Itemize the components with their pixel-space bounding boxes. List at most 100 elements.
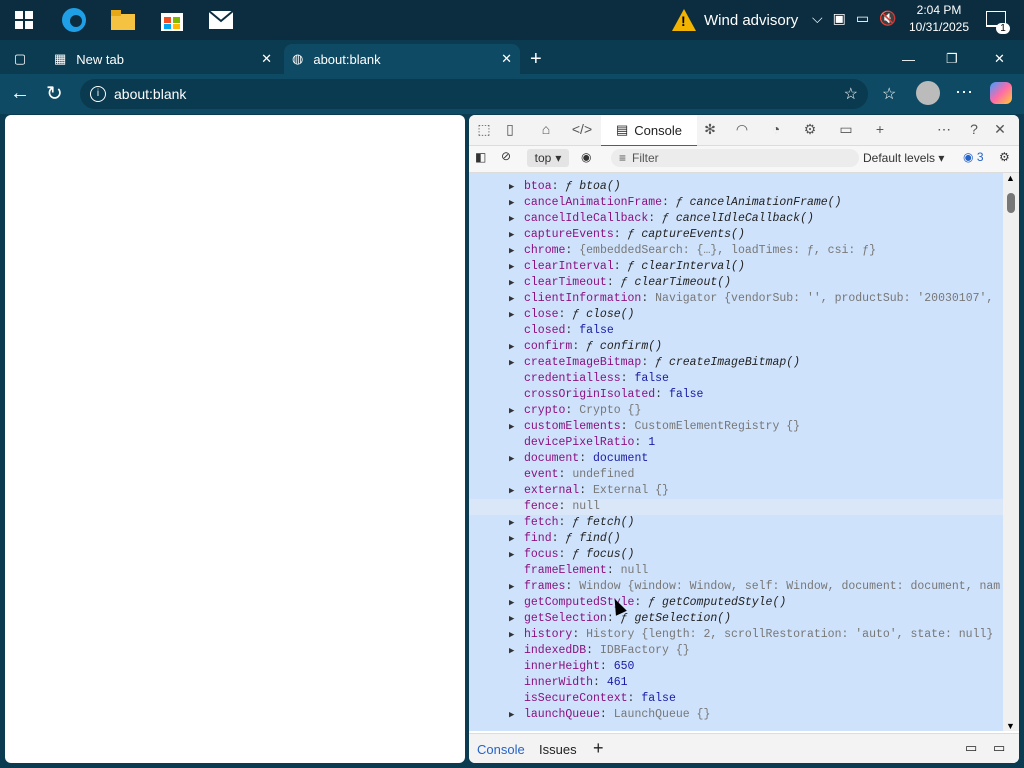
drawer-tab-console[interactable]: Console — [475, 734, 527, 763]
expand-arrow-icon[interactable]: ▶ — [509, 243, 514, 259]
help-icon[interactable]: ? — [963, 121, 985, 139]
meet-icon[interactable]: ▣ — [833, 10, 846, 27]
tab-new-tab[interactable]: ▦ New tab ✕ — [46, 44, 280, 74]
tab-console[interactable]: ▤ Console — [601, 115, 697, 147]
console-line[interactable]: ▶ frames: Window {window: Window, self: W… — [469, 579, 1003, 595]
restore-icon[interactable]: ❐ — [946, 44, 962, 74]
add-drawer-tab-icon[interactable]: + — [593, 738, 604, 759]
console-line[interactable]: ▶ getComputedStyle: ƒ getComputedStyle() — [469, 595, 1003, 611]
console-line[interactable]: ▶ btoa: ƒ btoa() — [469, 179, 1003, 195]
edge-icon[interactable] — [58, 4, 90, 36]
expand-arrow-icon[interactable]: ▶ — [509, 275, 514, 291]
back-icon[interactable]: ← — [10, 82, 30, 105]
console-line[interactable]: credentialless: false — [469, 371, 1003, 387]
console-line[interactable]: ▶ getSelection: ƒ getSelection() — [469, 611, 1003, 627]
inspect-icon[interactable]: ⬚ — [473, 121, 495, 139]
expand-arrow-icon[interactable]: ▶ — [509, 195, 514, 211]
expand-arrow-icon[interactable]: ▶ — [509, 531, 514, 547]
console-line[interactable]: ▶ clientInformation: Navigator {vendorSub… — [469, 291, 1003, 307]
drawer-tab-issues[interactable]: Issues — [539, 734, 577, 763]
tab-actions-icon[interactable]: ▢ — [8, 44, 32, 74]
expand-arrow-icon[interactable]: ▶ — [509, 547, 514, 563]
console-line[interactable]: crossOriginIsolated: false — [469, 387, 1003, 403]
console-line[interactable]: ▶ external: External {} — [469, 483, 1003, 499]
console-line[interactable]: ▶ clearInterval: ƒ clearInterval() — [469, 259, 1003, 275]
expand-arrow-icon[interactable]: ▶ — [509, 579, 514, 595]
more-options-icon[interactable]: ⋯ — [933, 121, 955, 139]
favorites-icon[interactable]: ☆ — [882, 84, 896, 104]
performance-icon[interactable]: ◔ — [765, 121, 787, 139]
clock[interactable]: 2:04 PM 10/31/2025 — [908, 2, 970, 36]
address-bar[interactable]: i about:blank ☆ — [80, 79, 868, 109]
favorite-star-icon[interactable]: ☆ — [844, 84, 858, 104]
expand-arrow-icon[interactable]: ▶ — [509, 419, 514, 435]
context-select[interactable]: top ▾ — [527, 149, 569, 167]
memory-icon[interactable]: ⚙ — [799, 121, 821, 139]
volume-mute-icon[interactable]: 🔇 — [879, 10, 896, 27]
console-line[interactable]: ▶ clearTimeout: ƒ clearTimeout() — [469, 275, 1003, 291]
undock-icon[interactable]: ▭ — [993, 740, 1005, 756]
scroll-down-icon[interactable]: ▼ — [1006, 721, 1015, 731]
console-line[interactable]: frameElement: null — [469, 563, 1003, 579]
expand-arrow-icon[interactable]: ▶ — [509, 483, 514, 499]
eye-icon[interactable]: ◉ — [581, 150, 591, 164]
network-icon[interactable]: ▭ — [856, 10, 869, 27]
info-icon[interactable]: i — [90, 86, 106, 102]
system-tray[interactable]: ⌵ ▣ ▭ 🔇 — [812, 10, 897, 27]
profile-avatar[interactable] — [916, 81, 940, 105]
console-line[interactable]: ▶ cancelIdleCallback: ƒ cancelIdleCallbac… — [469, 211, 1003, 227]
expand-arrow-icon[interactable]: ▶ — [509, 259, 514, 275]
console-line[interactable]: devicePixelRatio: 1 — [469, 435, 1003, 451]
expand-arrow-icon[interactable]: ▶ — [509, 227, 514, 243]
expand-arrow-icon[interactable]: ▶ — [509, 611, 514, 627]
console-line[interactable]: ▶ crypto: Crypto {} — [469, 403, 1003, 419]
console-line[interactable]: ▶ document: document — [469, 451, 1003, 467]
console-output[interactable]: ▶ btoa: ƒ btoa() ▶ cancelAnimationFrame: ƒ … — [469, 173, 1003, 731]
expand-arrow-icon[interactable]: ▶ — [509, 515, 514, 531]
console-line[interactable]: isSecureContext: false — [469, 691, 1003, 707]
dock-icon[interactable]: ▭ — [965, 740, 977, 756]
console-scrollbar[interactable]: ▲ ▼ — [1003, 173, 1019, 731]
weather-widget[interactable]: Wind advisory — [672, 6, 798, 34]
console-line[interactable]: ▶ captureEvents: ƒ captureEvents() — [469, 227, 1003, 243]
page-viewport[interactable] — [5, 115, 465, 763]
console-line[interactable]: ▶ close: ƒ close() — [469, 307, 1003, 323]
expand-arrow-icon[interactable]: ▶ — [509, 339, 514, 355]
console-line[interactable]: fence: null — [469, 499, 1003, 515]
refresh-icon[interactable]: ↻ — [46, 81, 63, 106]
console-line[interactable]: ▶ customElements: CustomElementRegistry {… — [469, 419, 1003, 435]
expand-arrow-icon[interactable]: ▶ — [509, 307, 514, 323]
expand-arrow-icon[interactable]: ▶ — [509, 707, 514, 723]
console-line[interactable]: ▶ createImageBitmap: ƒ createImageBitmap(… — [469, 355, 1003, 371]
scroll-thumb[interactable] — [1007, 193, 1015, 213]
mail-icon[interactable] — [205, 4, 237, 36]
home-icon[interactable]: ⌂ — [535, 121, 557, 139]
console-line[interactable]: ▶ focus: ƒ focus() — [469, 547, 1003, 563]
sidebar-toggle-icon[interactable]: ◧ — [475, 150, 486, 164]
store-icon[interactable] — [156, 4, 188, 36]
chevron-up-icon[interactable]: ⌵ — [812, 10, 823, 27]
bug-icon[interactable]: ✻ — [699, 121, 721, 139]
expand-arrow-icon[interactable]: ▶ — [509, 451, 514, 467]
new-tab-button[interactable]: + — [530, 44, 550, 74]
application-icon[interactable]: ▭ — [835, 121, 857, 139]
close-tab-icon[interactable]: ✕ — [501, 51, 512, 67]
elements-icon[interactable]: </> — [571, 121, 593, 139]
clear-console-icon[interactable]: ⊘ — [501, 149, 511, 163]
console-line[interactable]: event: undefined — [469, 467, 1003, 483]
log-levels-dropdown[interactable]: Default levels ▾ — [863, 151, 944, 165]
console-line[interactable]: innerWidth: 461 — [469, 675, 1003, 691]
expand-arrow-icon[interactable]: ▶ — [509, 627, 514, 643]
expand-arrow-icon[interactable]: ▶ — [509, 595, 514, 611]
expand-arrow-icon[interactable]: ▶ — [509, 291, 514, 307]
close-window-icon[interactable]: ✕ — [994, 44, 1010, 74]
console-line[interactable]: ▶ indexedDB: IDBFactory {} — [469, 643, 1003, 659]
expand-arrow-icon[interactable]: ▶ — [509, 211, 514, 227]
network-wifi-icon[interactable]: ◠ — [731, 121, 753, 139]
more-tools-icon[interactable]: + — [869, 121, 891, 139]
console-line[interactable]: ▶ confirm: ƒ confirm() — [469, 339, 1003, 355]
expand-arrow-icon[interactable]: ▶ — [509, 179, 514, 195]
close-devtools-icon[interactable]: ✕ — [989, 121, 1011, 139]
minimize-icon[interactable]: — — [902, 44, 918, 74]
console-line[interactable]: ▶ find: ƒ find() — [469, 531, 1003, 547]
